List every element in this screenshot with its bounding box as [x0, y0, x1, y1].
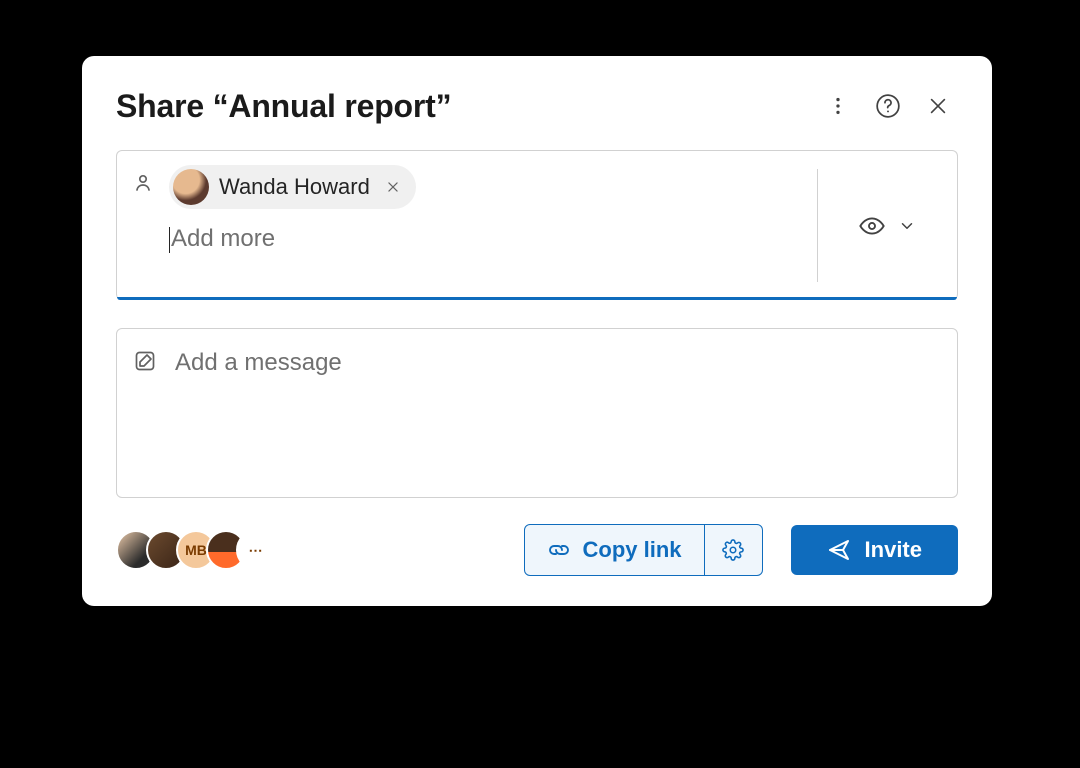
dialog-header: Share “Annual report”: [116, 86, 958, 126]
shared-with-avatars[interactable]: MB ⋯: [116, 530, 276, 570]
person-chip[interactable]: Wanda Howard: [169, 165, 416, 209]
share-dialog: Share “Annual report” Wanda Howard: [82, 56, 992, 606]
close-icon: [927, 95, 949, 117]
more-options-button[interactable]: [818, 86, 858, 126]
avatar-overflow[interactable]: ⋯: [236, 530, 276, 570]
invite-label: Invite: [865, 537, 922, 563]
compose-icon: [133, 349, 157, 378]
remove-person-button[interactable]: [380, 174, 406, 200]
invite-button[interactable]: Invite: [791, 525, 958, 575]
link-icon: [547, 538, 571, 562]
gear-icon: [722, 539, 744, 561]
add-more-wrapper: [169, 223, 805, 259]
people-picker-body: Wanda Howard: [169, 165, 805, 286]
avatar: [173, 169, 209, 205]
person-icon: [131, 165, 155, 286]
eye-icon: [858, 212, 886, 240]
more-vertical-icon: [827, 95, 849, 117]
person-chip-name: Wanda Howard: [219, 174, 370, 200]
permission-dropdown[interactable]: [817, 151, 957, 300]
help-icon: [875, 93, 901, 119]
message-input[interactable]: [173, 347, 941, 435]
link-settings-button[interactable]: [704, 525, 762, 575]
message-field[interactable]: [116, 328, 958, 498]
copy-link-group: Copy link: [524, 524, 763, 576]
chevron-down-icon: [898, 217, 916, 235]
close-icon: [386, 179, 400, 195]
close-button[interactable]: [918, 86, 958, 126]
copy-link-button[interactable]: Copy link: [525, 525, 704, 575]
help-button[interactable]: [868, 86, 908, 126]
people-picker-field[interactable]: Wanda Howard: [116, 150, 958, 300]
dialog-title: Share “Annual report”: [116, 88, 808, 125]
copy-link-label: Copy link: [583, 537, 682, 563]
send-icon: [827, 538, 851, 562]
dialog-footer: MB ⋯ Copy link Invite: [116, 524, 958, 576]
people-picker-left: Wanda Howard: [117, 151, 817, 300]
add-more-input[interactable]: [169, 223, 805, 259]
